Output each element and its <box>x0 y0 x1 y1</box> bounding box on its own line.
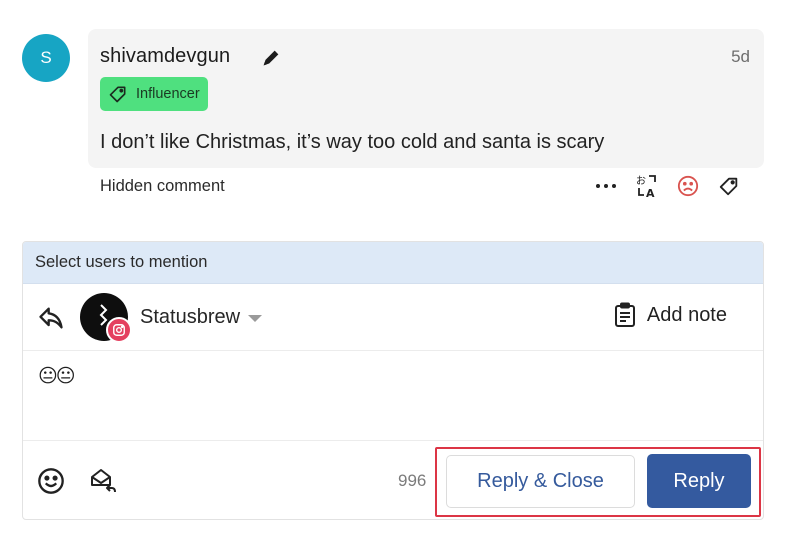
clipboard-icon <box>614 302 635 327</box>
account-row: Statusbrew Add note <box>23 284 763 351</box>
translate-button[interactable]: お A <box>635 172 659 200</box>
mention-prompt: Select users to mention <box>35 253 208 271</box>
chevron-down-icon <box>248 315 263 322</box>
comment-bubble: shivamdevgun 5d Influencer I don’t like … <box>88 29 764 168</box>
more-icon <box>596 184 616 188</box>
add-note-button[interactable]: Add note <box>613 302 727 328</box>
tag-icon <box>109 86 126 103</box>
tag-icon <box>719 177 738 196</box>
reply-editor[interactable]: 😐😐 <box>23 351 763 441</box>
user-avatar[interactable]: S <box>22 34 70 82</box>
hidden-comment-status: Hidden comment <box>100 177 225 195</box>
emoji-icon[interactable] <box>37 467 65 495</box>
reply-and-close-button[interactable]: Reply & Close <box>446 455 635 508</box>
comment-username[interactable]: shivamdevgun <box>100 45 230 68</box>
instagram-icon <box>113 324 125 336</box>
sentiment-button[interactable] <box>676 172 700 200</box>
character-count: 996 <box>398 471 427 490</box>
mention-users-bar[interactable]: Select users to mention <box>23 242 763 284</box>
pencil-icon[interactable] <box>260 47 282 69</box>
more-options-button[interactable] <box>594 172 618 200</box>
translate-icon: お A <box>636 175 656 199</box>
account-selector[interactable]: Statusbrew <box>140 306 263 329</box>
mail-reply-icon[interactable] <box>88 465 118 495</box>
reply-button[interactable]: Reply <box>647 454 751 508</box>
reply-text[interactable]: 😐😐 <box>38 365 76 388</box>
tag-badge[interactable]: Influencer <box>100 77 208 111</box>
reply-arrow-icon[interactable] <box>37 304 65 332</box>
svg-text:A: A <box>646 187 655 199</box>
add-note-label: Add note <box>646 303 727 326</box>
account-name: Statusbrew <box>140 306 241 328</box>
comment-time: 5d <box>731 47 750 66</box>
instagram-badge <box>106 317 132 343</box>
comment-text: I don’t like Christmas, it’s way too col… <box>100 131 605 153</box>
svg-text:お: お <box>636 175 646 187</box>
sad-face-icon <box>677 175 699 197</box>
comment-actions: お A <box>594 172 741 200</box>
tag-label: Influencer <box>136 86 200 102</box>
tag-button[interactable] <box>717 172 741 200</box>
